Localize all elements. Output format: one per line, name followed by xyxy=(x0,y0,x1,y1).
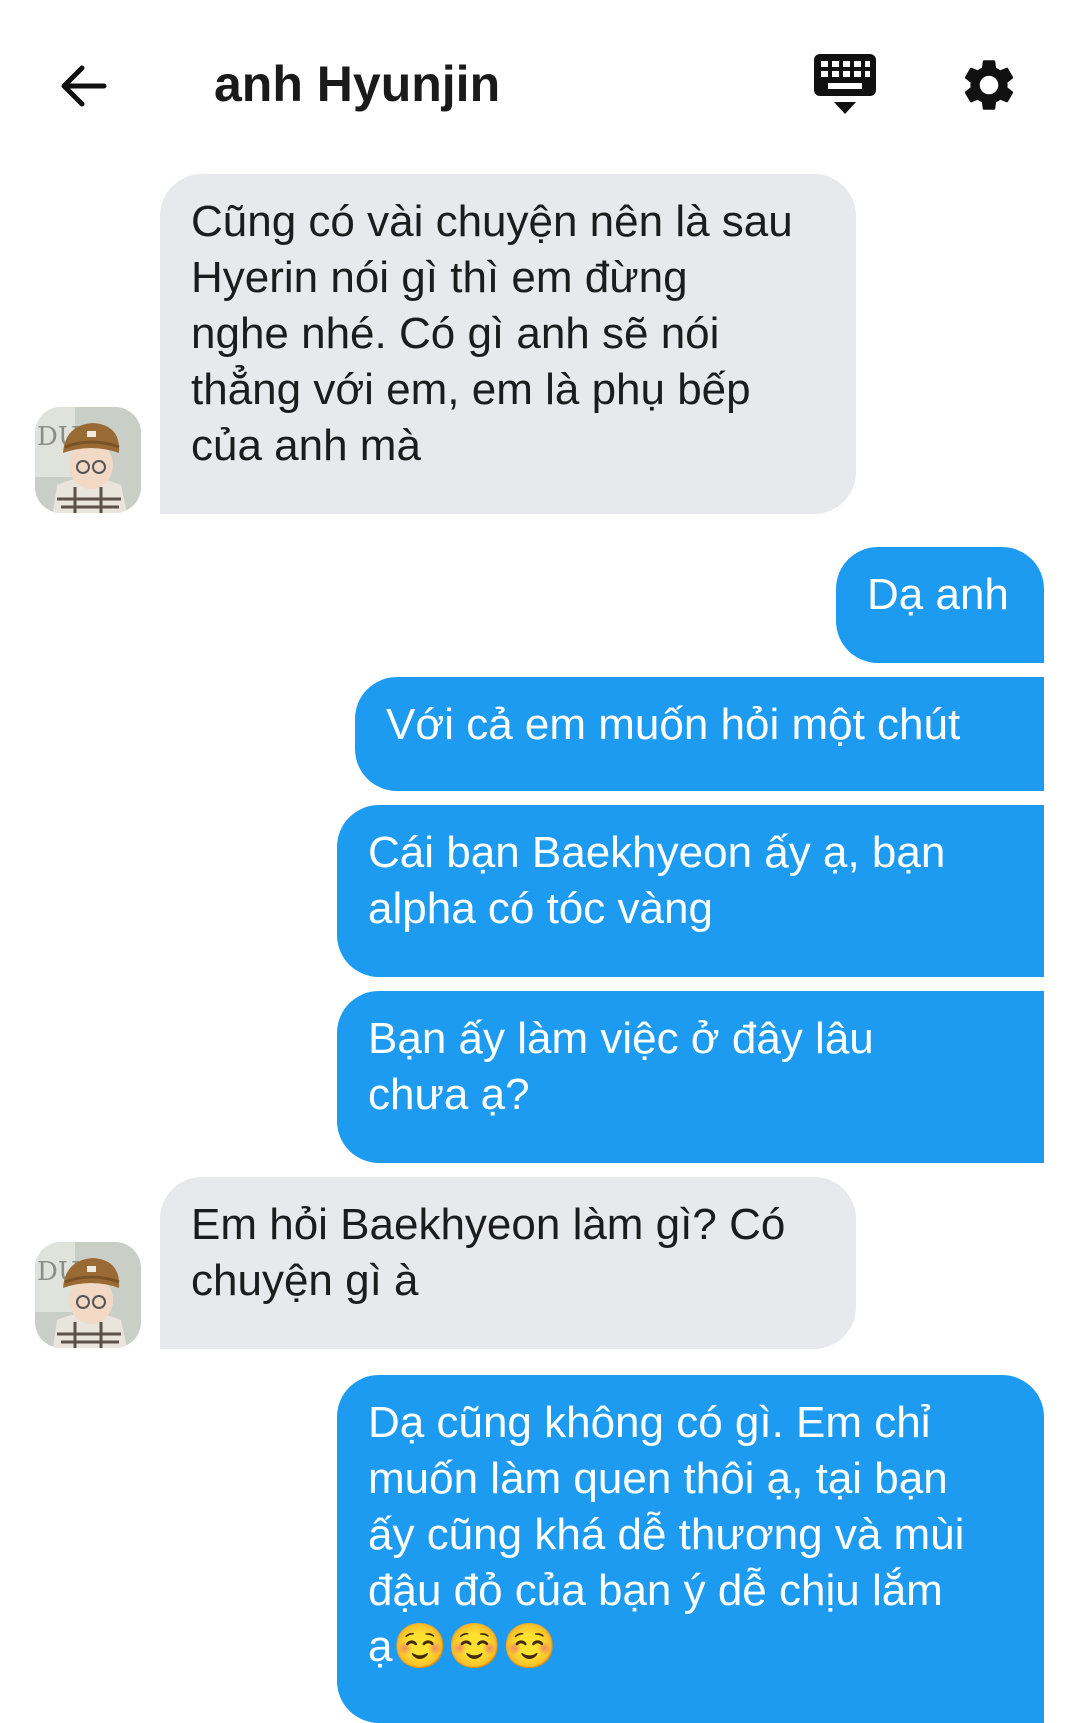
conversation-header: anh Hyunjin xyxy=(0,0,1080,160)
message-bubble-incoming[interactable]: Em hỏi Baekhyeon làm gì? Có chuyện gì à xyxy=(160,1177,856,1349)
conversation-title: anh Hyunjin xyxy=(214,56,501,112)
settings-button[interactable] xyxy=(958,54,1020,116)
arrow-left-icon xyxy=(61,65,107,107)
message-bubble-outgoing[interactable]: Cái bạn Baekhyeon ấy ạ, bạn alpha có tóc… xyxy=(337,805,1044,977)
avatar-photo: DU xyxy=(35,407,141,513)
back-button[interactable] xyxy=(54,56,114,116)
gear-icon xyxy=(964,60,1014,110)
message-bubble-outgoing[interactable]: Dạ cũng không có gì. Em chỉ muốn làm que… xyxy=(337,1375,1044,1723)
message-bubble-incoming[interactable]: Cũng có vài chuyện nên là sau Hyerin nói… xyxy=(160,174,856,514)
avatar[interactable]: DU xyxy=(35,1242,141,1348)
keyboard-icon xyxy=(814,54,876,114)
message-bubble-outgoing[interactable]: Bạn ấy làm việc ở đây lâu chưa ạ? xyxy=(337,991,1044,1163)
message-bubble-outgoing[interactable]: Dạ anh xyxy=(836,547,1044,663)
avatar-photo: DU xyxy=(35,1242,141,1348)
message-bubble-outgoing[interactable]: Với cả em muốn hỏi một chút xyxy=(355,677,1044,791)
chat-screen: anh Hyunjin DU Cũng có vài chuyện nên là… xyxy=(0,0,1080,1723)
avatar[interactable]: DU xyxy=(35,407,141,513)
keyboard-button[interactable] xyxy=(812,52,878,116)
